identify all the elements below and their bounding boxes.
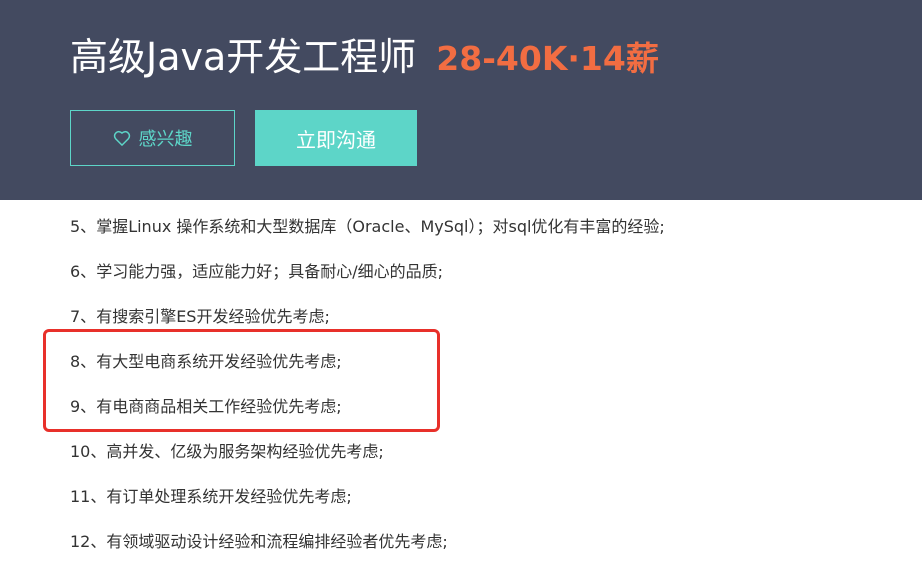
item-number: 10、 <box>70 442 107 461</box>
red-highlight-box <box>43 329 440 432</box>
list-item: 10、高并发、亿级为服务架构经验优先考虑; <box>70 431 665 476</box>
item-text: 有订单处理系统开发经验优先考虑; <box>106 487 352 506</box>
item-text: 有搜索引擎ES开发经验优先考虑; <box>96 307 330 326</box>
item-number: 5、 <box>70 217 97 236</box>
chat-now-button[interactable]: 立即沟通 <box>255 110 417 166</box>
salary: 28-40K·14薪 <box>436 39 659 78</box>
item-text: 高并发、亿级为服务架构经验优先考虑; <box>106 442 384 461</box>
item-number: 12、 <box>70 532 107 551</box>
item-text: 学习能力强，适应能力好；具备耐心/细心的品质; <box>96 262 443 281</box>
heart-outline-icon <box>113 130 131 146</box>
item-number: 11、 <box>70 487 107 506</box>
item-text: 掌握Linux 操作系统和大型数据库（Oracle、MySql）；对sql优化有… <box>96 217 665 236</box>
list-item: 6、学习能力强，适应能力好；具备耐心/细心的品质; <box>70 251 665 296</box>
list-item: 5、掌握Linux 操作系统和大型数据库（Oracle、MySql）；对sql优… <box>70 206 665 251</box>
job-header: 高级Java开发工程师 28-40K·14薪 感兴趣 立即沟通 <box>0 0 922 200</box>
list-item: 12、有领域驱动设计经验和流程编排经验者优先考虑; <box>70 521 665 566</box>
title-row: 高级Java开发工程师 28-40K·14薪 <box>70 26 659 81</box>
interest-button[interactable]: 感兴趣 <box>70 110 235 166</box>
item-text: 有领域驱动设计经验和流程编排经验者优先考虑; <box>106 532 448 551</box>
chat-now-button-label: 立即沟通 <box>296 127 376 152</box>
item-number: 6、 <box>70 262 97 281</box>
interest-button-label: 感兴趣 <box>138 129 193 150</box>
job-title: 高级Java开发工程师 <box>70 35 417 79</box>
list-item: 11、有订单处理系统开发经验优先考虑; <box>70 476 665 521</box>
